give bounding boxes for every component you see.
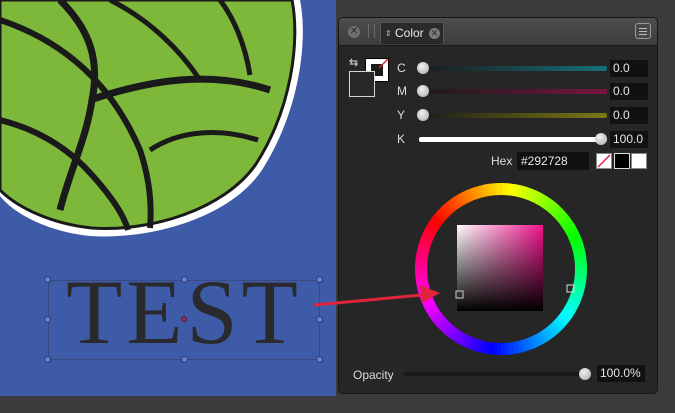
value-input-k[interactable]: 100.0	[610, 131, 648, 148]
value-input-m[interactable]: 0.0	[610, 83, 648, 100]
value-input-c[interactable]: 0.0	[610, 60, 648, 77]
saturation-square[interactable]	[457, 225, 543, 311]
hex-input[interactable]: #292728	[517, 152, 589, 170]
selection-handle[interactable]	[316, 316, 323, 323]
volleyball-illustration[interactable]	[0, 0, 336, 250]
color-panel: ✕ ⇕ Color ✕ ⇆ C 0.0 M 0.0 Y 0.0 K 100.0 Hex #29…	[338, 17, 658, 394]
slider-knob-m[interactable]	[417, 85, 429, 97]
selection-handle[interactable]	[44, 316, 51, 323]
selection-handle[interactable]	[316, 276, 323, 283]
slider-knob-y[interactable]	[417, 109, 429, 121]
tab-color[interactable]: ⇕ Color ✕	[380, 22, 444, 44]
selection-handle[interactable]	[181, 276, 188, 283]
grip-icon[interactable]	[368, 24, 375, 38]
slider-m[interactable]	[419, 89, 607, 94]
none-swatch-icon[interactable]	[596, 153, 612, 169]
selection-handle[interactable]	[44, 356, 51, 363]
swap-icon[interactable]: ⇆	[349, 56, 358, 69]
slider-label-k: K	[397, 132, 406, 146]
tab-close-icon[interactable]: ✕	[429, 28, 440, 39]
slider-label-m: M	[397, 84, 407, 98]
opacity-label: Opacity	[353, 368, 394, 382]
fill-swatch[interactable]	[349, 71, 375, 97]
opacity-input[interactable]: 100.0%	[597, 365, 645, 382]
black-swatch-icon[interactable]	[614, 153, 630, 169]
slider-label-y: Y	[397, 108, 406, 122]
opacity-slider-knob[interactable]	[579, 368, 591, 380]
artwork-canvas[interactable]: TEST ✕ ⇕ Color ✕ ⇆ C 0.0 M 0.0 Y 0.0 K 1…	[0, 0, 675, 413]
slider-label-c: C	[397, 61, 406, 75]
selection-handle[interactable]	[316, 356, 323, 363]
close-icon[interactable]: ✕	[348, 26, 360, 38]
tab-updown-icon: ⇕	[385, 29, 392, 38]
menu-icon[interactable]	[635, 23, 651, 39]
color-wheel[interactable]	[413, 181, 589, 357]
panel-header: ✕ ⇕ Color ✕	[339, 18, 657, 46]
value-input-y[interactable]: 0.0	[610, 107, 648, 124]
selection-handle[interactable]	[181, 356, 188, 363]
selection-handle[interactable]	[44, 276, 51, 283]
slider-k[interactable]	[419, 137, 607, 142]
hex-label: Hex	[491, 154, 513, 168]
slider-c[interactable]	[419, 66, 607, 71]
selection-center-point[interactable]	[181, 316, 187, 322]
opacity-slider[interactable]	[403, 368, 591, 380]
slider-knob-k[interactable]	[595, 133, 607, 145]
tab-label: Color	[395, 26, 424, 40]
artboard[interactable]: TEST	[0, 0, 336, 396]
white-swatch-icon[interactable]	[631, 153, 647, 169]
slider-y[interactable]	[419, 113, 607, 118]
slider-knob-c[interactable]	[417, 62, 429, 74]
